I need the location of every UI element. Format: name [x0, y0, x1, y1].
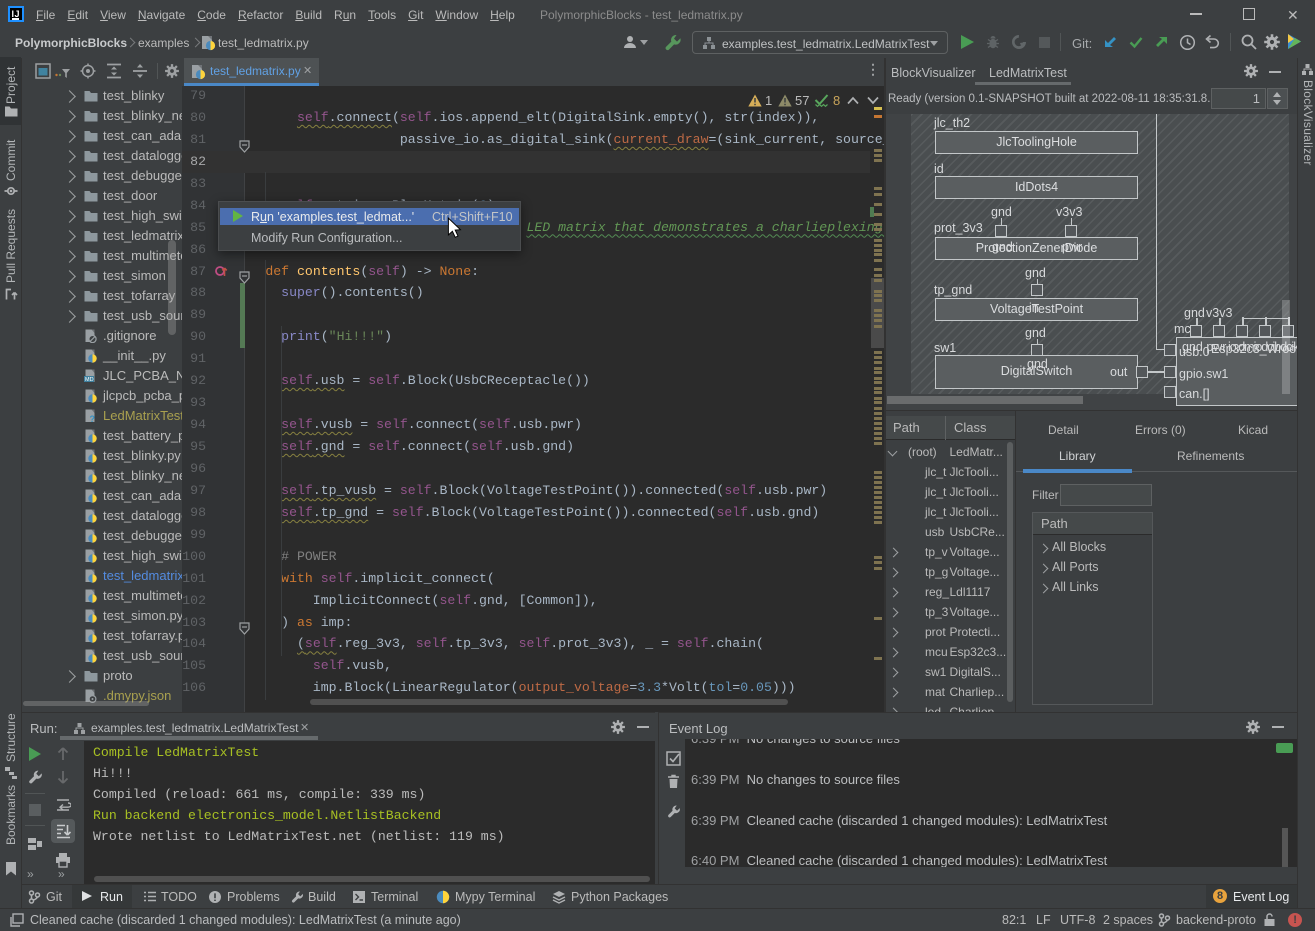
- svg-text:MD: MD: [85, 377, 94, 383]
- svg-text:?: ?: [90, 414, 96, 423]
